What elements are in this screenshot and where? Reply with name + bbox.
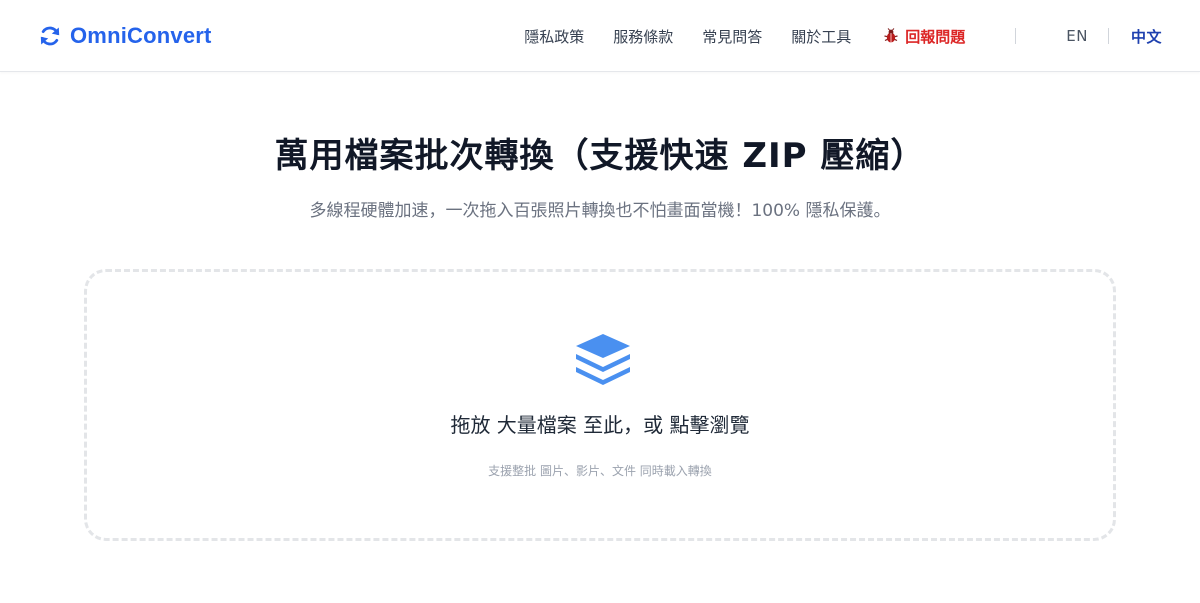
nav-about-link[interactable]: 關於工具 <box>791 26 851 47</box>
report-issue-label: 回報問題 <box>905 27 966 46</box>
nav-terms-link[interactable]: 服務條款 <box>613 26 673 47</box>
brand-logo[interactable]: OmniConvert <box>38 22 212 50</box>
brand-name: OmniConvert <box>70 23 212 48</box>
sync-icon <box>40 26 60 46</box>
dropzone-hint-text: 支援整批 圖片、影片、文件 同時載入轉換 <box>488 464 712 478</box>
dropzone-main-text: 拖放 大量檔案 至此，或 點擊瀏覽 <box>450 413 750 437</box>
lang-divider <box>1107 28 1109 44</box>
lang-zh-link[interactable]: 中文 <box>1131 26 1162 47</box>
lang-en-link[interactable]: EN <box>1066 27 1088 45</box>
page-subtitle: 多線程硬體加速，一次拖入百張照片轉換也不怕畫面當機！100% 隱私保護。 <box>309 201 891 221</box>
nav-privacy-link[interactable]: 隱私政策 <box>524 26 584 47</box>
page-title: 萬用檔案批次轉換（支援快速 ZIP 壓縮） <box>274 136 926 176</box>
main-nav: 隱私政策 服務條款 常見問答 關於工具 回報問題 EN 中文 <box>524 0 1162 72</box>
nav-faq-link[interactable]: 常見問答 <box>702 26 762 47</box>
layers-icon <box>576 334 630 385</box>
bug-icon <box>884 28 898 43</box>
report-issue-link[interactable]: 回報問題 <box>883 26 965 47</box>
nav-divider <box>1015 28 1017 44</box>
file-dropzone[interactable]: 拖放 大量檔案 至此，或 點擊瀏覽 支援整批 圖片、影片、文件 同時載入轉換 <box>84 269 1116 541</box>
top-navbar: OmniConvert 隱私政策 服務條款 常見問答 關於工具 回報問題 EN … <box>0 0 1200 72</box>
